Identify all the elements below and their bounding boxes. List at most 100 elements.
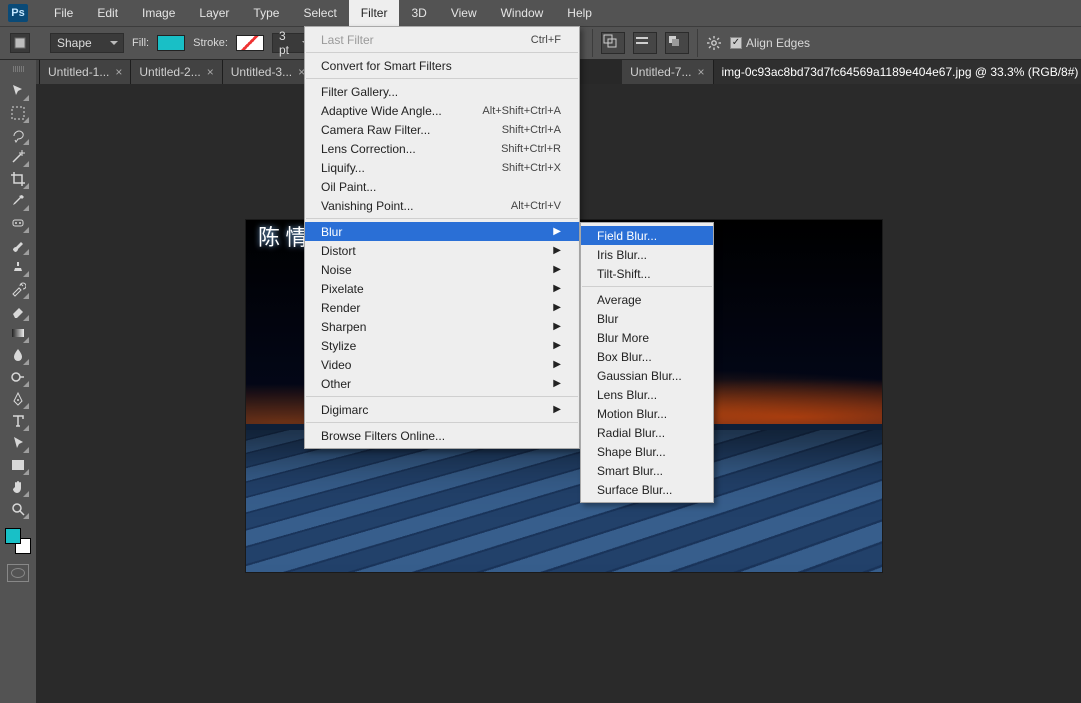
menu-item-label: Browse Filters Online... xyxy=(321,429,445,443)
menu-edit[interactable]: Edit xyxy=(85,0,130,26)
menu-item-label: Adaptive Wide Angle... xyxy=(321,104,442,118)
menu-item[interactable]: Digimarc▶ xyxy=(305,400,579,419)
magic-wand-tool[interactable] xyxy=(6,146,30,168)
document-tab[interactable]: Untitled-2...× xyxy=(131,60,222,84)
zoom-tool[interactable] xyxy=(6,498,30,520)
menu-file[interactable]: File xyxy=(42,0,85,26)
menu-item-label: Lens Blur... xyxy=(597,388,657,402)
menu-item-label: Iris Blur... xyxy=(597,248,647,262)
document-tab[interactable]: Untitled-7...× xyxy=(622,60,713,84)
menu-item[interactable]: Camera Raw Filter...Shift+Ctrl+A xyxy=(305,120,579,139)
menu-item[interactable]: Render▶ xyxy=(305,298,579,317)
menu-item[interactable]: Distort▶ xyxy=(305,241,579,260)
menu-item[interactable]: Motion Blur... xyxy=(581,404,713,423)
menu-item[interactable]: Shape Blur... xyxy=(581,442,713,461)
eyedropper-tool[interactable] xyxy=(6,190,30,212)
pen-tool[interactable] xyxy=(6,388,30,410)
crop-tool[interactable] xyxy=(6,168,30,190)
menu-item[interactable]: Vanishing Point...Alt+Ctrl+V xyxy=(305,196,579,215)
path-arrangement-icon[interactable] xyxy=(665,32,689,54)
foreground-background-colors[interactable] xyxy=(5,528,31,554)
menu-item[interactable]: Blur▶ xyxy=(305,222,579,241)
menu-item-label: Noise xyxy=(321,263,352,277)
menu-item-label: Convert for Smart Filters xyxy=(321,59,452,73)
rectangle-tool[interactable] xyxy=(6,454,30,476)
menu-item[interactable]: Average xyxy=(581,290,713,309)
stroke-swatch[interactable] xyxy=(236,35,264,51)
menu-item[interactable]: Liquify...Shift+Ctrl+X xyxy=(305,158,579,177)
menu-item[interactable]: Lens Correction...Shift+Ctrl+R xyxy=(305,139,579,158)
close-icon[interactable]: × xyxy=(207,65,214,79)
menu-item[interactable]: Noise▶ xyxy=(305,260,579,279)
menu-item[interactable]: Convert for Smart Filters xyxy=(305,56,579,75)
dodge-tool[interactable] xyxy=(6,366,30,388)
menu-item[interactable]: Filter Gallery... xyxy=(305,82,579,101)
healing-brush-tool[interactable] xyxy=(6,212,30,234)
clone-stamp-tool[interactable] xyxy=(6,256,30,278)
fill-swatch[interactable] xyxy=(157,35,185,51)
path-selection-tool[interactable] xyxy=(6,432,30,454)
menu-view[interactable]: View xyxy=(439,0,489,26)
submenu-arrow-icon: ▶ xyxy=(553,359,561,370)
blur-tool[interactable] xyxy=(6,344,30,366)
menu-item[interactable]: Iris Blur... xyxy=(581,245,713,264)
menu-help[interactable]: Help xyxy=(555,0,604,26)
menu-item[interactable]: Browse Filters Online... xyxy=(305,426,579,445)
menu-item-label: Distort xyxy=(321,244,356,258)
tab-label: Untitled-1... xyxy=(48,65,109,79)
menu-item[interactable]: Gaussian Blur... xyxy=(581,366,713,385)
quick-mask-icon[interactable] xyxy=(7,564,29,582)
menu-item[interactable]: Stylize▶ xyxy=(305,336,579,355)
menu-item-label: Camera Raw Filter... xyxy=(321,123,430,137)
eraser-tool[interactable] xyxy=(6,300,30,322)
menu-3d[interactable]: 3D xyxy=(399,0,438,26)
menu-image[interactable]: Image xyxy=(130,0,187,26)
menu-item[interactable]: Blur xyxy=(581,309,713,328)
tool-mode-dropdown[interactable]: Shape xyxy=(50,33,124,53)
lasso-tool[interactable] xyxy=(6,124,30,146)
menu-item[interactable]: Pixelate▶ xyxy=(305,279,579,298)
document-tab[interactable]: Untitled-3...× xyxy=(223,60,314,84)
menu-item[interactable]: Oil Paint... xyxy=(305,177,579,196)
menu-item[interactable]: Box Blur... xyxy=(581,347,713,366)
type-tool[interactable] xyxy=(6,410,30,432)
menu-item[interactable]: Adaptive Wide Angle...Alt+Shift+Ctrl+A xyxy=(305,101,579,120)
menu-type[interactable]: Type xyxy=(241,0,291,26)
filter-menu: Last FilterCtrl+FConvert for Smart Filte… xyxy=(304,26,580,449)
hand-tool[interactable] xyxy=(6,476,30,498)
menu-select[interactable]: Select xyxy=(291,0,348,26)
menu-item[interactable]: Smart Blur... xyxy=(581,461,713,480)
menu-item[interactable]: Blur More xyxy=(581,328,713,347)
move-tool[interactable] xyxy=(6,80,30,102)
menu-item[interactable]: Lens Blur... xyxy=(581,385,713,404)
menu-item-label: Blur More xyxy=(597,331,649,345)
menu-item[interactable]: Radial Blur... xyxy=(581,423,713,442)
align-edges-checkbox[interactable]: ✓ Align Edges xyxy=(730,36,810,50)
menu-item-label: Liquify... xyxy=(321,161,365,175)
menu-item-label: Oil Paint... xyxy=(321,180,376,194)
gradient-tool[interactable] xyxy=(6,322,30,344)
path-operations-icon[interactable] xyxy=(601,32,625,54)
history-brush-tool[interactable] xyxy=(6,278,30,300)
menu-item[interactable]: Sharpen▶ xyxy=(305,317,579,336)
tool-preset-icon[interactable] xyxy=(10,33,30,53)
gear-icon[interactable] xyxy=(706,35,722,51)
menu-item[interactable]: Surface Blur... xyxy=(581,480,713,499)
panel-grip-icon[interactable] xyxy=(1,66,35,74)
menu-filter[interactable]: Filter xyxy=(349,0,400,26)
menu-item[interactable]: Other▶ xyxy=(305,374,579,393)
path-alignment-icon[interactable] xyxy=(633,32,657,54)
close-icon[interactable]: × xyxy=(697,65,704,79)
menu-layer[interactable]: Layer xyxy=(187,0,241,26)
document-tab[interactable]: Untitled-1... × xyxy=(40,60,131,84)
menu-item[interactable]: Field Blur... xyxy=(581,226,713,245)
brush-tool[interactable] xyxy=(6,234,30,256)
close-icon[interactable]: × xyxy=(115,65,122,79)
document-tab[interactable]: img-0c93ac8bd73d7fc64569a1189e404e67.jpg… xyxy=(714,60,1081,84)
submenu-arrow-icon: ▶ xyxy=(553,340,561,351)
menu-window[interactable]: Window xyxy=(489,0,556,26)
menu-item[interactable]: Video▶ xyxy=(305,355,579,374)
menu-item-label: Box Blur... xyxy=(597,350,652,364)
menu-item[interactable]: Tilt-Shift... xyxy=(581,264,713,283)
marquee-tool[interactable] xyxy=(6,102,30,124)
